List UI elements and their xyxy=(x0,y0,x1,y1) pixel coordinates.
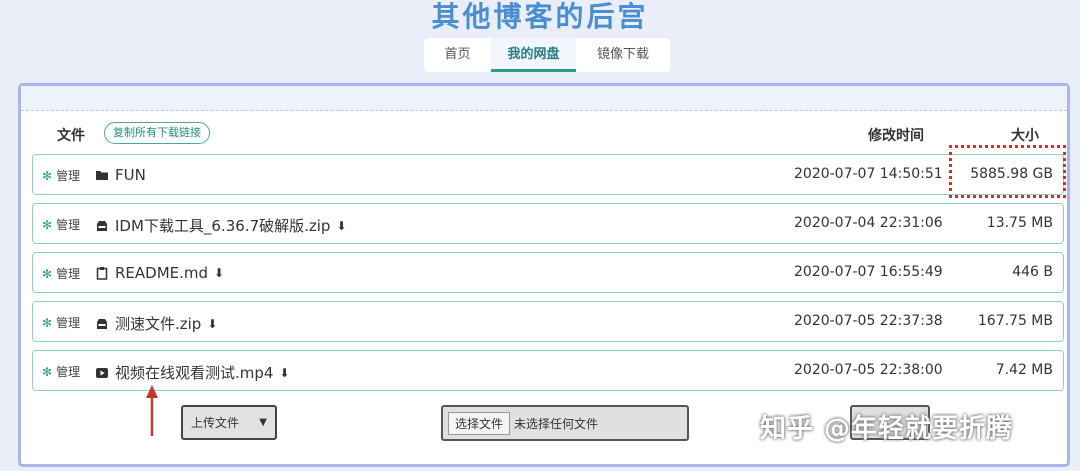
file-size: 7.42 MB xyxy=(995,362,1053,378)
manage-label: 管理 xyxy=(56,267,81,281)
tools-icon: ✻ xyxy=(42,168,53,183)
manage-link[interactable]: ✻ 管理 xyxy=(42,265,80,282)
tab-mirror-download[interactable]: 镜像下载 xyxy=(576,38,670,72)
tools-icon: ✻ xyxy=(42,364,53,379)
choose-file-button[interactable]: 选择文件 xyxy=(448,411,511,435)
panel-top-bar xyxy=(21,86,1067,111)
watermark: 知乎 @年轻就要折腾 xyxy=(760,414,1014,444)
manage-link[interactable]: ✻ 管理 xyxy=(42,216,80,233)
manage-link[interactable]: ✻ 管理 xyxy=(42,314,80,331)
tab-my-drive[interactable]: 我的网盘 xyxy=(491,38,576,72)
modified-time: 2020-07-07 16:55:49 xyxy=(794,264,943,280)
file-size: 13.75 MB xyxy=(986,215,1053,231)
column-header-size[interactable]: 大小 xyxy=(1011,125,1039,145)
archive-icon xyxy=(97,318,107,329)
manage-label: 管理 xyxy=(56,316,81,330)
tab-home[interactable]: 首页 xyxy=(424,38,491,72)
column-header-modified[interactable]: 修改时间 xyxy=(868,125,924,145)
table-row[interactable]: ✻ 管理 FUN 2020-07-07 14:50:51 5885.98 GB xyxy=(32,154,1064,195)
file-size: 167.75 MB xyxy=(977,313,1053,329)
site-title: 其他博客的后宫 xyxy=(431,0,649,33)
upload-type-select[interactable]: 上传文件 ▼ xyxy=(181,405,277,440)
modified-time: 2020-07-07 14:50:51 xyxy=(794,166,943,182)
table-row[interactable]: ✻ 管理 测速文件.zip ⬇ 2020-07-05 22:37:38 167.… xyxy=(32,301,1064,342)
clipboard-icon xyxy=(96,267,108,280)
size-highlight-box xyxy=(949,145,1066,198)
upload-select-value: 上传文件 xyxy=(191,416,240,430)
table-row[interactable]: ✻ 管理 IDM下载工具_6.36.7破解版.zip ⬇ 2020-07-04 … xyxy=(32,203,1064,244)
manage-label: 管理 xyxy=(56,169,81,183)
file-name-link[interactable]: FUN xyxy=(115,166,146,184)
video-icon xyxy=(96,367,108,378)
tools-icon: ✻ xyxy=(42,266,53,281)
download-icon[interactable]: ⬇ xyxy=(214,266,224,280)
copy-all-links-button[interactable]: 复制所有下载链接 xyxy=(104,122,210,144)
folder-icon xyxy=(96,171,108,180)
archive-icon xyxy=(97,220,107,231)
red-arrow-annotation xyxy=(146,385,158,436)
manage-label: 管理 xyxy=(56,365,81,379)
table-row[interactable]: ✻ 管理 README.md ⬇ 2020-07-07 16:55:49 446… xyxy=(32,252,1064,293)
modified-time: 2020-07-04 22:31:06 xyxy=(794,215,943,231)
no-file-selected-label: 未选择任何文件 xyxy=(514,416,599,431)
nav-tabs: 首页 我的网盘 镜像下载 xyxy=(424,38,670,72)
file-name-link[interactable]: 视频在线观看测试.mp4 xyxy=(115,362,273,383)
dropdown-arrow-icon: ▼ xyxy=(259,417,267,428)
file-name-link[interactable]: IDM下载工具_6.36.7破解版.zip xyxy=(115,215,330,236)
modified-time: 2020-07-05 22:37:38 xyxy=(794,313,943,329)
tools-icon: ✻ xyxy=(42,217,53,232)
download-icon[interactable]: ⬇ xyxy=(336,219,346,233)
column-header-file: 文件 xyxy=(57,128,85,144)
modified-time: 2020-07-05 22:38:00 xyxy=(794,362,943,378)
manage-label: 管理 xyxy=(56,218,81,232)
file-name-link[interactable]: 测速文件.zip xyxy=(115,313,201,334)
file-input[interactable]: 选择文件 未选择任何文件 xyxy=(441,405,689,441)
manage-link[interactable]: ✻ 管理 xyxy=(42,167,80,184)
file-size: 446 B xyxy=(1012,264,1053,280)
download-icon[interactable]: ⬇ xyxy=(279,366,289,380)
table-row[interactable]: ✻ 管理 视频在线观看测试.mp4 ⬇ 2020-07-05 22:38:00 … xyxy=(32,350,1064,391)
download-icon[interactable]: ⬇ xyxy=(207,317,217,331)
manage-link[interactable]: ✻ 管理 xyxy=(42,363,80,380)
file-name-link[interactable]: README.md xyxy=(115,264,208,282)
tools-icon: ✻ xyxy=(42,315,53,330)
